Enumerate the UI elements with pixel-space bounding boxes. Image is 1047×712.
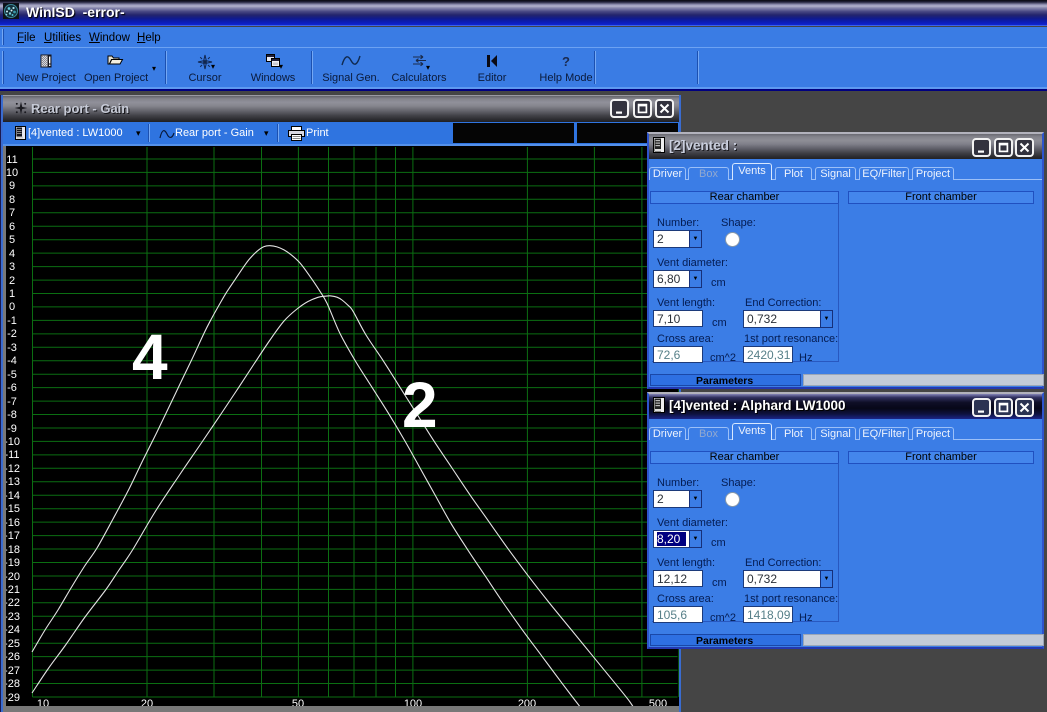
svg-text:?: ? bbox=[562, 54, 570, 69]
